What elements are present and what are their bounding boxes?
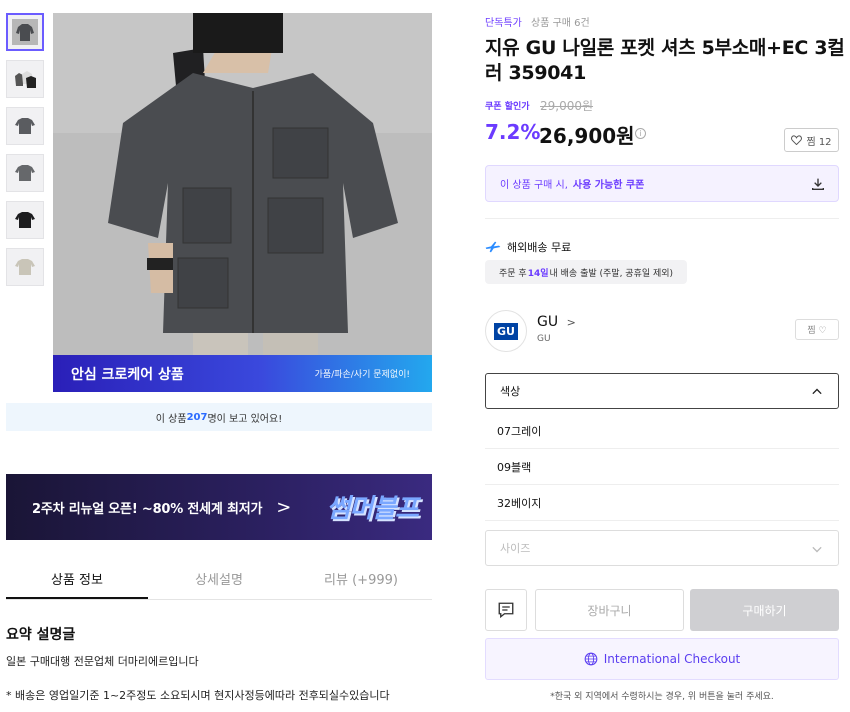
gray-shirt-icon (15, 165, 35, 181)
model-shirt-illustration (53, 13, 432, 392)
shipping-info: 해외배송 무료 (485, 239, 571, 255)
shirt-photo-icon (12, 19, 38, 45)
summary-line-2: * 배송은 영업일기준 1~2주정도 소요되시며 현지사정등에따라 전후되실수있… (6, 689, 390, 702)
tab-product-info[interactable]: 상품 정보 (6, 558, 148, 599)
thumbnail-5[interactable] (6, 201, 44, 239)
brand-name: GU (537, 314, 559, 330)
brand-logo[interactable]: GU (485, 310, 527, 352)
thumbnail-1[interactable] (6, 13, 44, 51)
original-price: 29,000원 (540, 99, 594, 113)
purchase-count: 상품 구매 6건 (531, 18, 590, 29)
thumbnail-2[interactable] (6, 60, 44, 98)
inquiry-button[interactable] (485, 589, 527, 631)
wishlist-button[interactable]: 찜 12 (784, 128, 839, 152)
black-shirt-icon (15, 212, 35, 228)
product-title: 지유 GU 나일론 포켓 셔츠 5부소매+EC 3컬러 359041 (485, 37, 845, 84)
chevron-right-icon: > (566, 316, 576, 329)
tab-reviews[interactable]: 리뷰 (+999) (290, 558, 432, 599)
international-checkout-button[interactable]: International Checkout (485, 638, 839, 680)
shipping-label: 해외배송 무료 (507, 241, 572, 254)
coupon-download-box[interactable]: 이 상품 구매 시, 사용 가능한 쿠폰 (485, 165, 839, 202)
buy-button[interactable]: 구매하기 (690, 589, 839, 631)
coupon-prefix: 이 상품 구매 시, (500, 180, 568, 191)
international-checkout-label: International Checkout (603, 652, 741, 666)
brand-wish-button[interactable]: 찜 ♡ (795, 319, 839, 340)
viewing-suffix: 명이 보고 있어요! (207, 413, 283, 425)
beige-shirt-icon (15, 259, 35, 275)
care-subtitle: 가품/파손/사기 문제없이! (314, 370, 410, 380)
thumbnail-3[interactable] (6, 107, 44, 145)
main-product-image[interactable]: 안심 크로케어 상품 가품/파손/사기 문제없이! (53, 13, 432, 392)
size-select-label: 사이즈 (500, 542, 531, 555)
color-option[interactable]: 32베이지 (485, 485, 839, 521)
shipping-note: 주문 후 14일 내 배송 출발 (주말, 공휴일 제외) (485, 260, 688, 284)
cart-button[interactable]: 장바구니 (535, 589, 684, 631)
viewing-count-banner: 이 상품 207 명이 보고 있어요! (6, 403, 432, 431)
viewing-prefix: 이 상품 (155, 413, 187, 425)
shipping-days: 14일 (527, 268, 549, 279)
size-select[interactable]: 사이즈 (485, 530, 839, 566)
shipping-note-prefix: 주문 후 (499, 268, 527, 279)
international-note: *한국 외 지역에서 수령하시는 경우, 위 버튼을 눌러 주세요. (550, 692, 774, 702)
download-icon (812, 178, 824, 190)
coupon-price-label: 쿠폰 할인가 (485, 102, 530, 112)
promo-banner[interactable]: 2주차 리뉴얼 오픈! ~80% 전세계 최저가 > 썸머블프 (6, 474, 432, 540)
thumbnail-6[interactable] (6, 248, 44, 286)
coupon-available: 사용 가능한 쿠폰 (572, 180, 645, 191)
color-option[interactable]: 07그레이 (485, 413, 839, 449)
viewing-count: 207 (186, 411, 208, 423)
discount-rate: 7.2% (485, 120, 541, 144)
wishlist-label: 찜 12 (806, 136, 832, 148)
tab-details[interactable]: 상세설명 (148, 558, 290, 599)
gray-shirt-icon (15, 118, 35, 134)
color-select-label: 색상 (500, 385, 521, 398)
divider (485, 218, 839, 219)
info-icon[interactable]: i (635, 128, 646, 139)
product-tags: 단독특가 상품 구매 6건 (485, 14, 590, 29)
summary-title: 요약 설명글 (6, 627, 76, 643)
globe-icon (584, 652, 598, 666)
brand-subtitle: GU (537, 334, 551, 344)
airplane-icon (485, 241, 501, 253)
promo-logo: 썸머블프 (326, 494, 419, 524)
promo-banner-text: 2주차 리뉴얼 오픈! ~80% 전세계 최저가 (32, 501, 263, 517)
exclusive-tag: 단독특가 (485, 18, 522, 29)
thumbnail-4[interactable] (6, 154, 44, 192)
brand-link[interactable]: GU > (537, 314, 576, 330)
chevron-down-icon (812, 546, 822, 553)
heart-icon (791, 135, 803, 145)
care-banner[interactable]: 안심 크로케어 상품 가품/파손/사기 문제없이! (53, 355, 432, 392)
sale-price: 26,900원 (539, 124, 635, 148)
message-icon (498, 602, 514, 619)
chevron-up-icon (812, 388, 822, 395)
chevron-right-icon: > (276, 496, 292, 518)
product-tabs: 상품 정보 상세설명 리뷰 (+999) (6, 558, 432, 600)
care-title: 안심 크로케어 상품 (71, 366, 184, 383)
color-option[interactable]: 09블랙 (485, 449, 839, 485)
summary-line-1: 일본 구매대행 전문업체 더마리에르입니다 (6, 655, 199, 668)
shirt-set-icon (15, 71, 36, 88)
shipping-note-suffix: 내 배송 출발 (주말, 공휴일 제외) (549, 268, 674, 279)
thumbnail-list (6, 13, 44, 295)
brand-logo-text: GU (494, 322, 518, 340)
color-select[interactable]: 색상 (485, 373, 839, 409)
